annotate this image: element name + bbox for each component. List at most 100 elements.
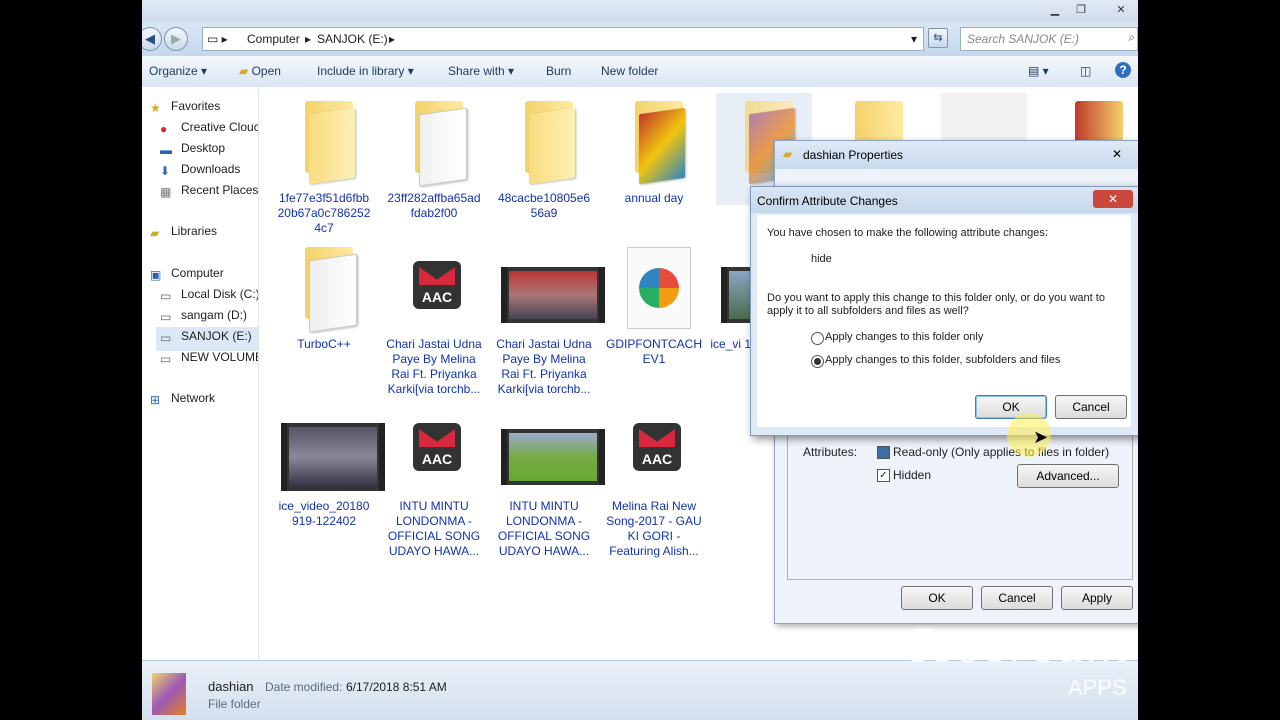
close-icon[interactable]: ✕ — [1097, 145, 1137, 163]
sidebar-item-local-disk-c[interactable]: ▭ Local Disk (C:) — [160, 287, 259, 307]
folder-icon: ▰ — [783, 147, 793, 161]
dropdown-icon[interactable]: ▾ — [911, 32, 917, 46]
refresh-button[interactable]: ⇆ — [928, 28, 948, 48]
confirm-title: Confirm Attribute Changes — [757, 194, 898, 208]
sidebar-item-sangam-d[interactable]: ▭ sangam (D:) — [160, 308, 247, 328]
close-icon[interactable]: ✕ — [1093, 190, 1133, 208]
attribute-change: hide — [811, 253, 832, 265]
folder-icon — [152, 673, 186, 715]
forward-button[interactable]: ▶ — [164, 27, 188, 51]
drive-icon: ▭ — [160, 289, 172, 303]
burn-button[interactable]: Burn — [546, 64, 571, 78]
sidebar-favorites[interactable]: ★ Favorites — [150, 99, 220, 119]
folder-open-icon: ▰ — [239, 64, 249, 78]
folder-icon — [611, 93, 697, 189]
sidebar-item-new-volume[interactable]: ▭ NEW VOLUME — [160, 350, 259, 370]
sidebar-item-recent-places[interactable]: ▦ Recent Places — [160, 183, 258, 203]
breadcrumb-computer[interactable]: Computer — [247, 32, 300, 46]
window-titlebar: ▁ ❐ ✕ — [142, 0, 1138, 22]
maximize-button[interactable]: ❐ — [1070, 2, 1092, 18]
file-name: TurboC++ — [297, 337, 351, 351]
sidebar-item-sanjok-e[interactable]: ▭ SANJOK (E:) — [156, 327, 258, 351]
include-in-library-label: Include in library — [317, 64, 405, 78]
confirm-titlebar: Confirm Attribute Changes ✕ — [751, 187, 1138, 213]
search-input[interactable]: Search SANJOK (E:) ⌕ — [960, 27, 1138, 51]
drive-icon: ▭ — [160, 352, 172, 366]
address-row: ◀ ▶ ▭ ▸ Computer ▸ SANJOK (E:) ▸ ▾ ⇆ Sea… — [142, 22, 1138, 56]
sidebar-label: Computer — [171, 266, 224, 280]
cancel-button[interactable]: Cancel — [1055, 395, 1127, 419]
mouse-cursor-icon: ➤ — [1033, 427, 1049, 447]
organize-menu[interactable]: Organize ▾ — [149, 64, 207, 78]
breadcrumb-separator-icon: ▸ — [305, 32, 312, 46]
sidebar-label: Local Disk (C:) — [181, 287, 259, 301]
file-name: INTU MINTU LONDONMA - OFFICIAL SONG UDAY… — [387, 499, 481, 558]
properties-titlebar: ▰ dashian Properties ✕ — [775, 141, 1138, 169]
desktop-icon: ▬ — [160, 143, 172, 157]
refresh-icon: ⇆ — [933, 32, 943, 44]
network-icon: ⊞ — [150, 393, 161, 407]
file-name: Chari Jastai Udna Paye By Melina Rai Ft.… — [386, 337, 482, 396]
sidebar-label: NEW VOLUME — [181, 350, 259, 364]
confirm-body: You have chosen to make the following at… — [757, 215, 1131, 427]
file-name: INTU MINTU LONDONMA - OFFICIAL SONG UDAY… — [497, 499, 591, 558]
sidebar-libraries[interactable]: ▰ Libraries — [150, 224, 217, 244]
sidebar-label: Desktop — [181, 141, 226, 155]
apply-button[interactable]: Apply — [1061, 586, 1133, 610]
generic-file-icon — [611, 239, 697, 335]
cancel-button[interactable]: Cancel — [981, 586, 1053, 610]
back-button[interactable]: ◀ — [142, 27, 162, 51]
video-file-icon — [501, 401, 605, 497]
breadcrumb-separator-icon: ▸ — [389, 32, 396, 46]
sidebar-item-desktop[interactable]: ▬ Desktop — [160, 141, 225, 161]
file-type: File folder — [208, 697, 261, 711]
back-arrow-icon: ◀ — [145, 31, 155, 46]
search-placeholder: Search SANJOK (E:) — [967, 32, 1080, 46]
confirm-question: Do you want to apply this change to this… — [767, 292, 1105, 317]
computer-icon: ▣ — [150, 268, 162, 282]
new-folder-button[interactable]: New folder — [601, 64, 658, 78]
help-icon[interactable]: ? — [1115, 62, 1131, 78]
file-name: Melina Rai New Song-2017 - GAU KI GORI -… — [606, 499, 702, 558]
subfolders-radio[interactable] — [811, 355, 824, 368]
sidebar-network[interactable]: ⊞ Network — [150, 391, 215, 411]
minimize-button[interactable]: ▁ — [1044, 2, 1066, 18]
file-name: 23ff282affba65adfdab2f00 — [387, 191, 481, 220]
sidebar-label: Downloads — [181, 162, 241, 176]
downloads-icon: ⬇ — [160, 164, 171, 178]
sidebar-label: Libraries — [171, 224, 218, 238]
aac-file-icon: AAC — [611, 401, 697, 497]
sidebar-label: Recent Places — [181, 183, 259, 197]
command-toolbar: Organize ▾ ▰ Open Include in library ▾ S… — [142, 56, 1138, 88]
view-options-icon[interactable]: ▤ ▾ — [1028, 64, 1049, 78]
navigation-pane: ★ Favorites ● Creative Clouc ▬ Desktop ⬇ Dow… — [142, 87, 259, 660]
explorer-window: ▁ ❐ ✕ ◀ ▶ ▭ ▸ Computer ▸ SANJOK (E:) ▸ ▾… — [142, 0, 1138, 720]
watermark-sub: APPS — [1068, 675, 1127, 700]
star-icon: ★ — [150, 101, 161, 115]
search-icon: ⌕ — [1128, 30, 1135, 44]
address-bar[interactable]: ▭ ▸ Computer ▸ SANJOK (E:) ▸ ▾ — [202, 27, 924, 51]
properties-title: dashian Properties — [803, 148, 904, 162]
file-name: 48cacbe10805e656a9 — [497, 191, 591, 220]
date-modified-value: 6/17/2018 8:51 AM — [346, 680, 447, 694]
folder-icon — [501, 93, 587, 189]
file-name: ice_video_20180919-122402 — [278, 499, 370, 528]
ok-button[interactable]: OK — [901, 586, 973, 610]
recent-places-icon: ▦ — [160, 185, 172, 199]
breadcrumb-sanjok[interactable]: SANJOK (E:) — [317, 32, 388, 46]
open-label: Open — [251, 64, 281, 78]
aac-file-icon: AAC — [391, 239, 477, 335]
confirm-attribute-dialog: Confirm Attribute Changes ✕ You have cho… — [750, 186, 1138, 457]
preview-pane-icon[interactable]: ◫ — [1080, 64, 1091, 78]
open-button[interactable]: ▰ Open — [239, 64, 281, 78]
sidebar-item-downloads[interactable]: ⬇ Downloads — [160, 162, 240, 182]
aac-file-icon: AAC — [391, 401, 477, 497]
sidebar-computer[interactable]: ▣ Computer — [150, 266, 224, 286]
close-button[interactable]: ✕ — [1110, 2, 1132, 18]
sidebar-item-creative-cloud[interactable]: ● Creative Clouc — [160, 120, 258, 140]
file-name: 1fe77e3f51d6fbb20b67a0c7862524c7 — [277, 191, 371, 235]
folder-only-radio[interactable] — [811, 332, 824, 345]
drive-icon: ▭ ▸ — [207, 32, 228, 46]
share-with-menu[interactable]: Share with ▾ — [448, 64, 514, 78]
include-in-library-menu[interactable]: Include in library ▾ — [317, 64, 414, 78]
